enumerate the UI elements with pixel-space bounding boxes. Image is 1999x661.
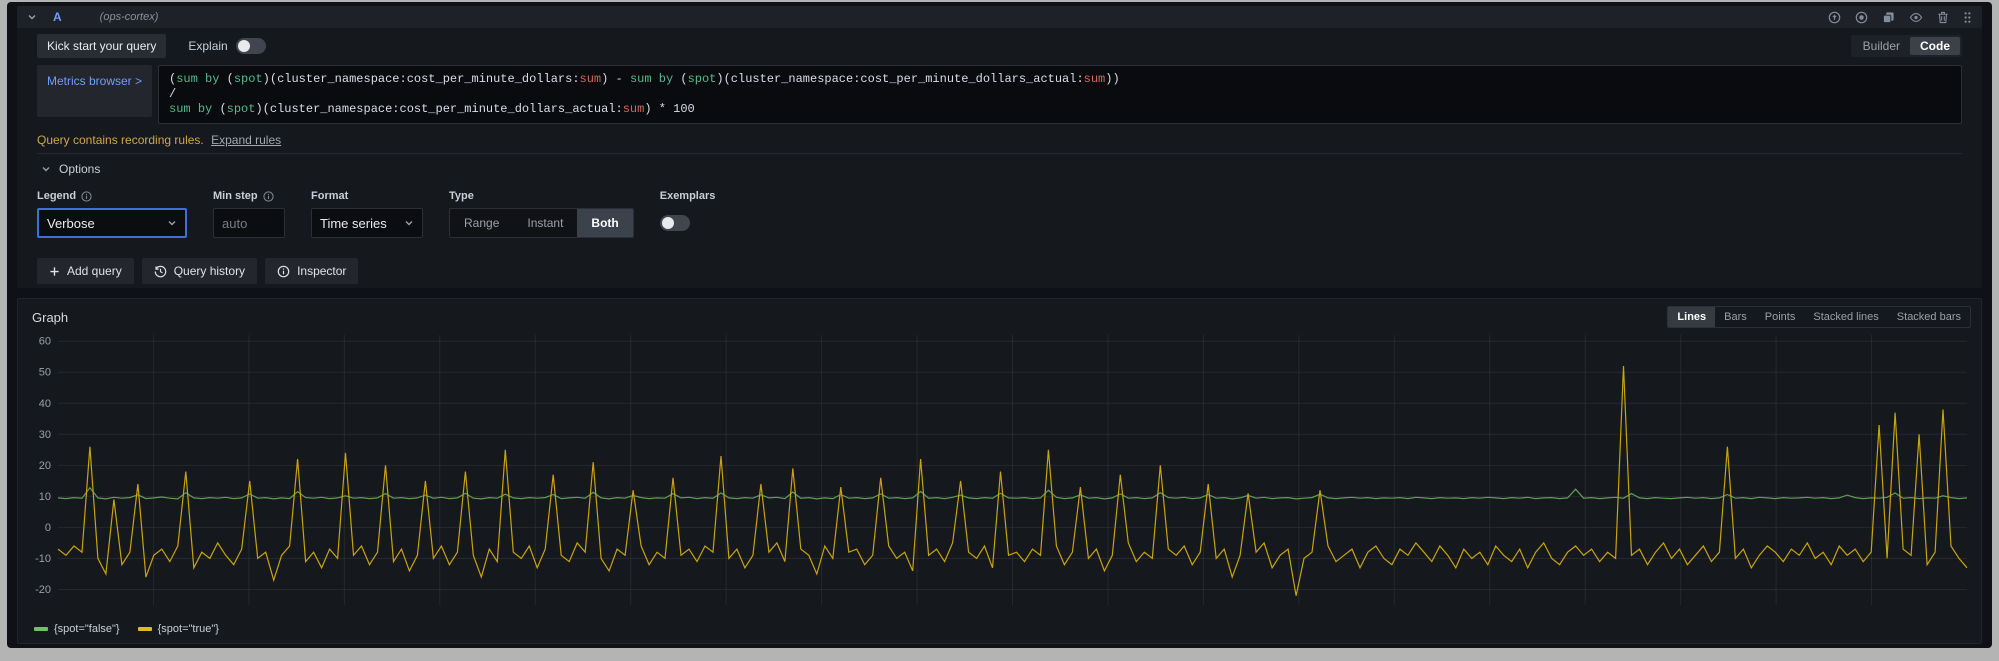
options-header[interactable]: Options	[37, 162, 1962, 176]
trash-icon[interactable]	[1937, 11, 1949, 24]
eye-icon[interactable]	[1909, 11, 1923, 24]
legend-swatch-yellow	[138, 627, 152, 631]
info-icon	[263, 191, 274, 202]
legend-select-value: Verbose	[47, 216, 95, 231]
type-option-range[interactable]: Range	[450, 209, 513, 237]
svg-text:30: 30	[39, 429, 51, 441]
chart-legend: {spot="false"} {spot="true"}	[34, 623, 219, 635]
format-select[interactable]: Time series	[311, 208, 423, 238]
graph-panel: Graph Lines Bars Points Stacked lines St…	[17, 298, 1982, 644]
viz-mode-stacked-lines[interactable]: Stacked lines	[1804, 307, 1887, 327]
explain-toggle[interactable]	[236, 38, 266, 54]
legend-item-spot-false[interactable]: {spot="false"}	[34, 623, 120, 635]
options-section: Options Legend Verbose	[37, 153, 1962, 284]
legend-field: Legend Verbose	[37, 190, 187, 238]
min-step-field: Min step auto	[213, 190, 285, 238]
plus-icon	[49, 266, 60, 277]
svg-text:60: 60	[39, 336, 51, 348]
query-editor-view: A (ops-cortex)	[7, 2, 1992, 648]
format-select-value: Time series	[320, 216, 387, 231]
legend-item-spot-true[interactable]: {spot="true"}	[138, 623, 219, 635]
chart[interactable]: 60 50 40 30 20 10 0 -10 -20	[24, 331, 1975, 611]
kick-start-query-button[interactable]: Kick start your query	[37, 34, 166, 58]
svg-text:20: 20	[39, 460, 51, 472]
min-step-input[interactable]: auto	[213, 208, 285, 238]
svg-text:-20: -20	[35, 584, 51, 596]
format-field: Format Time series	[311, 190, 423, 238]
type-field: Type Range Instant Both	[449, 190, 634, 238]
collapse-chevron-icon[interactable]	[27, 12, 37, 22]
record-circle-icon[interactable]	[1855, 11, 1868, 24]
svg-text:40: 40	[39, 398, 51, 410]
copy-icon[interactable]	[1882, 11, 1895, 24]
legend-label: Legend	[37, 190, 76, 202]
info-circle-icon	[277, 265, 290, 278]
explain-label: Explain	[188, 39, 227, 53]
exemplars-toggle-knob	[662, 217, 674, 229]
graph-panel-title: Graph	[32, 310, 68, 325]
legend-select[interactable]: Verbose	[37, 208, 187, 238]
add-query-button[interactable]: Add query	[37, 258, 134, 284]
svg-text:50: 50	[39, 367, 51, 379]
inspector-button[interactable]: Inspector	[265, 258, 358, 284]
arrow-circle-icon[interactable]	[1828, 11, 1841, 24]
viz-mode-bars[interactable]: Bars	[1715, 307, 1756, 327]
query-history-button[interactable]: Query history	[142, 258, 257, 284]
chevron-down-icon	[390, 218, 414, 228]
drag-handle-icon[interactable]	[1963, 11, 1972, 24]
type-option-instant[interactable]: Instant	[513, 209, 577, 237]
min-step-label: Min step	[213, 190, 258, 202]
promql-code-editor[interactable]: (sum by (spot)(cluster_namespace:cost_pe…	[158, 65, 1962, 124]
expand-rules-link[interactable]: Expand rules	[211, 133, 281, 147]
datasource-note: (ops-cortex)	[100, 11, 159, 23]
type-label: Type	[449, 190, 474, 202]
min-step-placeholder: auto	[222, 216, 247, 231]
code-mode-option[interactable]: Code	[1910, 37, 1960, 55]
viz-mode-group: Lines Bars Points Stacked lines Stacked …	[1667, 306, 1971, 328]
viz-mode-stacked-bars[interactable]: Stacked bars	[1888, 307, 1970, 327]
svg-text:-10: -10	[35, 553, 51, 565]
type-radio-group: Range Instant Both	[449, 208, 634, 238]
exemplars-label: Exemplars	[660, 190, 716, 202]
chevron-down-icon	[153, 218, 177, 228]
viz-mode-lines[interactable]: Lines	[1668, 307, 1715, 327]
explain-toggle-knob	[238, 40, 250, 52]
exemplars-toggle[interactable]	[660, 215, 690, 231]
query-ref-id: A	[53, 10, 62, 24]
exemplars-field: Exemplars	[660, 190, 716, 238]
builder-mode-option[interactable]: Builder	[1853, 37, 1910, 55]
options-header-label: Options	[59, 162, 100, 176]
history-icon	[154, 265, 167, 278]
format-label: Format	[311, 190, 348, 202]
svg-text:0: 0	[45, 522, 51, 534]
legend-swatch-green	[34, 627, 48, 631]
editor-mode-group: Builder Code	[1851, 35, 1962, 57]
svg-text:10: 10	[39, 491, 51, 503]
viz-mode-points[interactable]: Points	[1756, 307, 1805, 327]
info-icon	[81, 191, 92, 202]
query-panel: A (ops-cortex)	[17, 6, 1982, 288]
type-option-both[interactable]: Both	[577, 209, 632, 237]
metrics-browser-button[interactable]: Metrics browser >	[37, 65, 152, 117]
options-chevron-icon	[41, 164, 51, 174]
recording-rules-warning: Query contains recording rules.	[37, 133, 204, 147]
query-row-header[interactable]: A (ops-cortex)	[17, 6, 1982, 28]
